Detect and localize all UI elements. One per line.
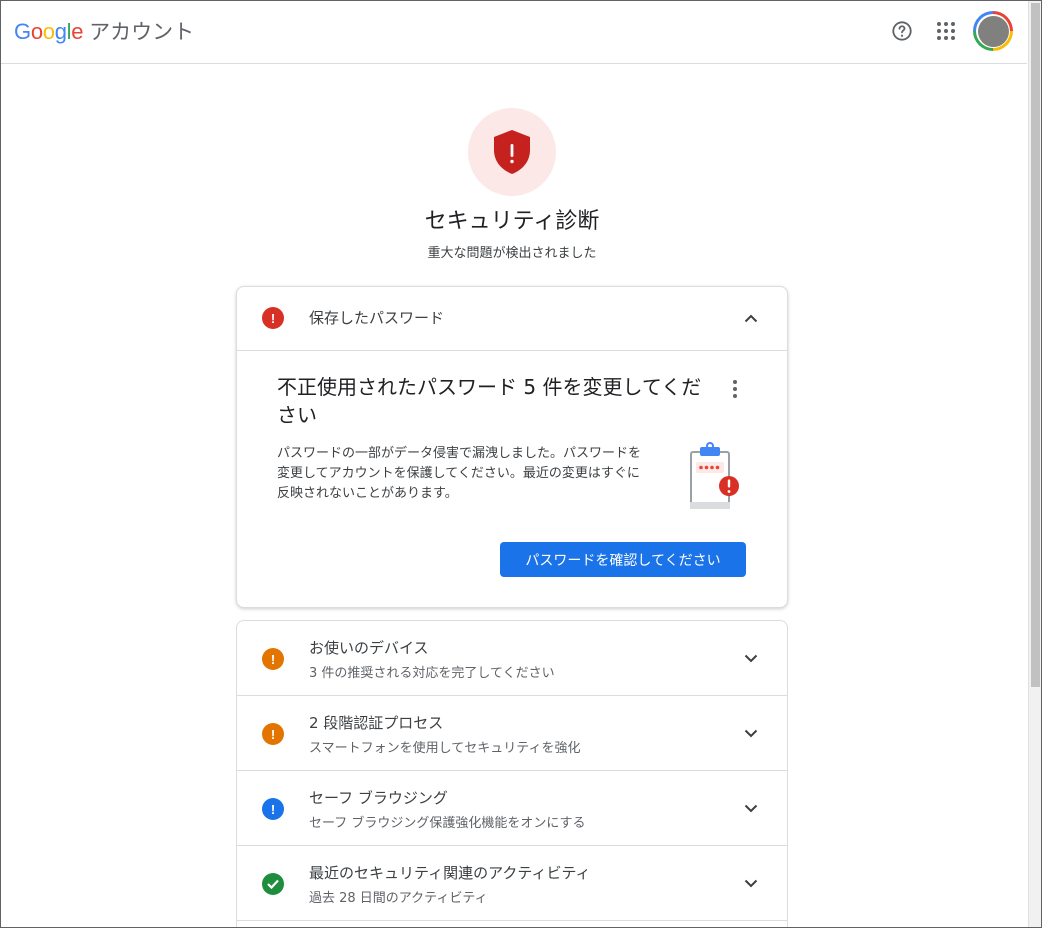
top-app-bar: Google アカウント	[1, 1, 1027, 64]
brand-letter: G	[14, 19, 31, 44]
security-check-row[interactable]: ! お使いのデバイス 3 件の推奨される対応を完了してください	[237, 621, 787, 696]
more-vert-icon	[733, 380, 737, 398]
avatar-ring	[973, 11, 1013, 51]
account-avatar-button[interactable]	[973, 11, 1013, 51]
brand-letter: o	[42, 19, 55, 44]
security-check-subtitle: 3 件の推奨される対応を完了してください	[309, 666, 555, 681]
page-subtitle: 重大な問題が検出されました	[427, 246, 597, 261]
security-check-row[interactable]: ! セーフ ブラウジングセーフ ブラウジング保護強化機能をオンにする	[237, 771, 787, 846]
help-icon	[892, 21, 912, 41]
browser-frame: Google アカウント セキュリティ診断 重大な問題が検出されました ! 保存…	[0, 0, 1042, 928]
google-account-logo[interactable]: Google アカウント	[14, 16, 194, 46]
security-check-subtitle: スマートフォンを使用してセキュリティを強化	[309, 741, 581, 756]
compromised-passwords-description: パスワードの一部がデータ侵害で漏洩しました。パスワードを変更してアカウントを保護…	[277, 446, 642, 501]
help-button[interactable]	[888, 17, 916, 45]
critical-alert-icon: !	[262, 307, 284, 329]
info-icon: !	[262, 798, 284, 820]
warning-icon: !	[262, 648, 284, 670]
chevron-down-icon[interactable]	[741, 723, 761, 743]
apps-button[interactable]	[932, 17, 960, 45]
chevron-down-icon[interactable]	[741, 648, 761, 668]
scrollbar-thumb[interactable]	[1031, 3, 1040, 687]
more-options-button[interactable]	[723, 377, 747, 401]
brand-letter: o	[30, 19, 43, 44]
security-check-title: お使いのデバイス	[309, 639, 429, 657]
shield-alert-icon	[494, 130, 530, 174]
security-check-title: 2 段階認証プロセス	[309, 714, 444, 732]
security-check-subtitle: 過去 28 日間のアクティビティ	[309, 891, 488, 906]
apps-grid-icon	[937, 22, 955, 40]
saved-passwords-header[interactable]: ! 保存したパスワード	[237, 287, 787, 351]
security-check-row[interactable]: 最近のセキュリティ関連のアクティビティ 過去 28 日間のアクティビティ	[237, 846, 787, 921]
chevron-down-icon[interactable]	[741, 873, 761, 893]
security-status-badge	[468, 108, 556, 196]
saved-passwords-card: ! 保存したパスワード 不正使用されたパスワード 5 件を変更してください パス…	[236, 286, 788, 608]
avatar	[977, 15, 1009, 47]
security-check-subtitle: セーフ ブラウジング保護強化機能をオンにする	[309, 816, 586, 831]
google-wordmark: Google	[14, 19, 83, 45]
warning-icon: !	[262, 723, 284, 745]
security-check-row[interactable]: ! 2 段階認証プロセススマートフォンを使用してセキュリティを強化	[237, 696, 787, 771]
security-check-title: 最近のセキュリティ関連のアクティビティ	[309, 864, 591, 882]
scrollbar[interactable]	[1028, 1, 1041, 927]
check-passwords-button[interactable]: パスワードを確認してください	[500, 542, 746, 577]
chevron-down-icon[interactable]	[741, 798, 761, 818]
page-title: セキュリティ診断	[424, 209, 600, 234]
compromised-passwords-title: 不正使用されたパスワード 5 件を変更してください	[277, 375, 702, 427]
chevron-up-icon[interactable]	[741, 308, 761, 328]
saved-passwords-title: 保存したパスワード	[309, 309, 445, 327]
product-name: アカウント	[89, 20, 195, 44]
clipboard-password-alert-icon	[690, 442, 739, 509]
security-check-title: セーフ ブラウジング	[309, 789, 448, 807]
security-checks-list: ! お使いのデバイス 3 件の推奨される対応を完了してください! 2 段階認証プロセス…	[236, 620, 788, 927]
check-circle-icon	[262, 873, 284, 895]
brand-letter: e	[71, 19, 84, 44]
brand-letter: g	[54, 19, 67, 44]
avatar-border	[976, 14, 1010, 48]
